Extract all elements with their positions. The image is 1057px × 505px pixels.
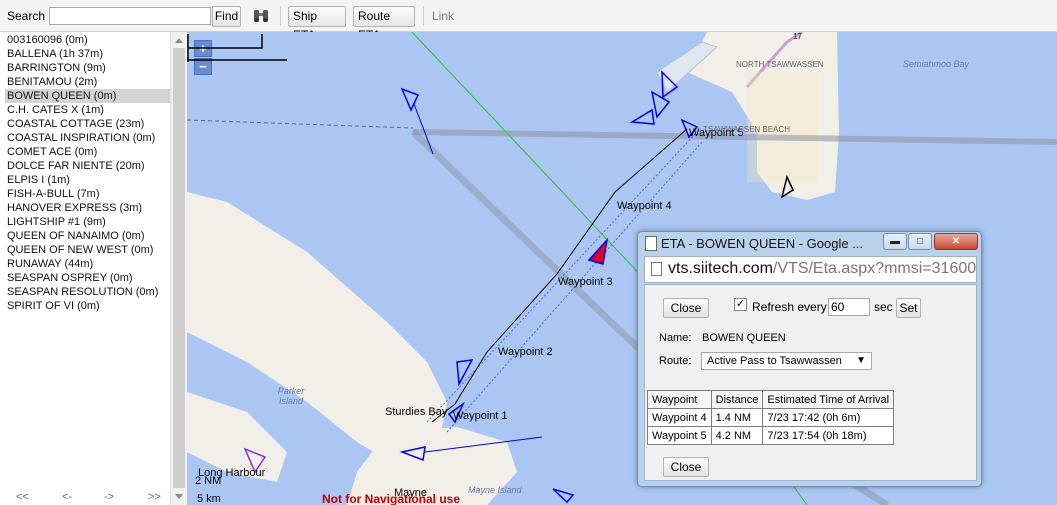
address-text: vts.siitech.com/VTS/Eta.aspx?mmsi=31600 (668, 260, 976, 278)
scale-bar (187, 34, 287, 62)
ship-list-item[interactable]: QUEEN OF NEW WEST (0m) (5, 243, 170, 257)
table-row: Waypoint 4 1.4 NM 7/23 17:42 (0h 6m) (647, 408, 895, 427)
scroll-down-arrow[interactable] (175, 494, 183, 499)
place-label: Sturdies Bay (385, 406, 448, 418)
waypoint-label: Waypoint 2 (498, 346, 553, 358)
table-cell: Waypoint 4 (647, 408, 712, 427)
address-bar[interactable]: vts.siitech.com/VTS/Eta.aspx?mmsi=31600 (644, 256, 977, 283)
seconds-label: sec (874, 300, 893, 314)
ship-list-item[interactable]: COASTAL COTTAGE (23m) (5, 117, 170, 131)
ship-list-item[interactable]: LIGHTSHIP #1 (9m) (5, 215, 170, 229)
close-button[interactable]: Close (663, 457, 709, 477)
waypoint-label: Waypoint 1 (453, 410, 508, 422)
ship-name-value: BOWEN QUEEN (702, 332, 786, 344)
vessel-marker (629, 70, 679, 125)
dialog-title: ETA - BOWEN QUEEN - Google ... (661, 236, 864, 251)
pager-next[interactable]: -> (104, 491, 114, 503)
table-cell: 7/23 17:54 (0h 18m) (762, 426, 895, 445)
toolbar-separator (423, 6, 424, 26)
address-host: vts.siitech.com (668, 260, 773, 277)
ship-list-item[interactable]: HANOVER EXPRESS (3m) (5, 201, 170, 215)
refresh-interval-input[interactable]: 60 (828, 298, 870, 316)
table-cell: 7/23 17:42 (0h 6m) (762, 408, 895, 427)
window-close-button[interactable]: ✕ (934, 233, 978, 250)
ship-list-item[interactable]: RUNAWAY (44m) (5, 257, 170, 271)
scale-km-label: 5 km (197, 493, 221, 505)
route-select[interactable]: Active Pass to Tsawwassen ▼ (701, 352, 872, 370)
ship-list-item[interactable]: SEASPAN RESOLUTION (0m) (5, 285, 170, 299)
vessel-marker (552, 488, 575, 504)
ship-list-item[interactable]: C.H. CATES X (1m) (5, 103, 170, 117)
pager-prev[interactable]: <- (62, 491, 72, 503)
place-label: Semiahmoo Bay (903, 59, 970, 69)
scale-nm-label: 2 NM (195, 475, 222, 487)
maximize-button[interactable]: □ (908, 233, 932, 250)
page-icon (645, 236, 657, 251)
ship-list-item[interactable]: SEASPAN OSPREY (0m) (5, 271, 170, 285)
ship-eta-button[interactable]: Ship ETA (288, 6, 346, 42)
table-cell: 1.4 NM (710, 408, 764, 427)
dialog-body: Close ✓ Refresh every 60 sec Set Name: B… (644, 284, 977, 481)
ship-list-panel: 003160096 (0m) BALLENA (1h 37m) BARRINGTON… (0, 32, 187, 505)
ship-list-item[interactable]: 003160096 (0m) (5, 33, 170, 47)
page-icon (651, 262, 662, 276)
ship-list: 003160096 (0m) BALLENA (1h 37m) BARRINGTON… (5, 33, 170, 313)
set-button[interactable]: Set (896, 298, 921, 318)
toolbar: Search Find Ship ETA Route ETA Link (0, 0, 1057, 42)
binoculars-icon[interactable] (252, 7, 270, 25)
ship-list-item[interactable]: DOLCE FAR NIENTE (20m) (5, 159, 170, 173)
ship-list-item[interactable]: SPIRIT OF VI (0m) (5, 299, 170, 313)
ship-list-item[interactable]: BENITAMOU (2m) (5, 75, 170, 89)
table-cell: 4.2 NM (710, 426, 764, 445)
search-label: Search (7, 9, 46, 23)
ship-list-item[interactable]: BARRINGTON (9m) (5, 61, 170, 75)
navigation-warning: Not for Navigational use (322, 492, 461, 505)
scroll-up-arrow[interactable] (175, 38, 183, 43)
ship-list-item[interactable]: FISH-A-BULL (7m) (5, 187, 170, 201)
pager-last[interactable]: >> (148, 491, 161, 503)
bowen-queen-marker (587, 237, 609, 265)
dashed-boundary (187, 119, 414, 129)
place-label: TSAWWASSEN BEACH (703, 125, 790, 134)
name-label: Name: (659, 332, 692, 344)
table-header: Estimated Time of Arrival (762, 390, 895, 409)
minimize-button[interactable]: ▬ (883, 233, 907, 250)
route-select-value: Active Pass to Tsawwassen (707, 355, 842, 367)
ship-list-item[interactable]: QUEEN OF NANAIMO (0m) (5, 229, 170, 243)
close-button[interactable]: Close (663, 298, 709, 318)
ship-list-item[interactable]: COASTAL INSPIRATION (0m) (5, 131, 170, 145)
search-input[interactable] (49, 7, 211, 25)
pager: << <- -> >> (0, 491, 170, 505)
ship-list-item[interactable]: ELPIS I (1m) (5, 173, 170, 187)
highway-shield-icon: 17 (793, 32, 802, 41)
scrollbar-thumb[interactable] (173, 48, 185, 488)
refresh-checkbox[interactable]: ✓ (734, 298, 747, 311)
place-label: Parker Island (277, 386, 305, 406)
waypoint-label: Waypoint 3 (558, 276, 613, 288)
ship-list-item[interactable]: BALLENA (1h 37m) (5, 47, 170, 61)
place-label: NORTH TSAWWASSEN (736, 60, 824, 69)
refresh-label: Refresh every (752, 300, 827, 314)
address-path: /VTS/Eta.aspx?mmsi=31600 (772, 260, 976, 277)
table-header: Waypoint (647, 390, 712, 409)
sidebar-scrollbar[interactable] (170, 32, 187, 505)
route-label: Route: (659, 355, 692, 367)
link-button[interactable]: Link (432, 9, 454, 23)
toolbar-separator (280, 6, 281, 26)
chevron-down-icon: ▼ (856, 355, 866, 366)
ship-list-item[interactable]: BOWEN QUEEN (0m) (5, 89, 170, 103)
ship-list-item[interactable]: COMET ACE (0m) (5, 145, 170, 159)
table-header: Distance (710, 390, 764, 409)
route-eta-button[interactable]: Route ETA (353, 6, 415, 42)
table-row: Waypoint 5 4.2 NM 7/23 17:54 (0h 18m) (647, 426, 895, 445)
waypoint-label: Waypoint 4 (617, 200, 672, 212)
table-cell: Waypoint 5 (647, 426, 712, 445)
find-button[interactable]: Find (212, 6, 241, 27)
pager-first[interactable]: << (16, 491, 29, 503)
eta-dialog: ETA - BOWEN QUEEN - Google ... ▬ □ ✕ vts… (637, 231, 982, 487)
eta-table: Waypoint Distance Estimated Time of Arriva… (647, 390, 895, 445)
place-label: Mayne Island (468, 485, 522, 495)
